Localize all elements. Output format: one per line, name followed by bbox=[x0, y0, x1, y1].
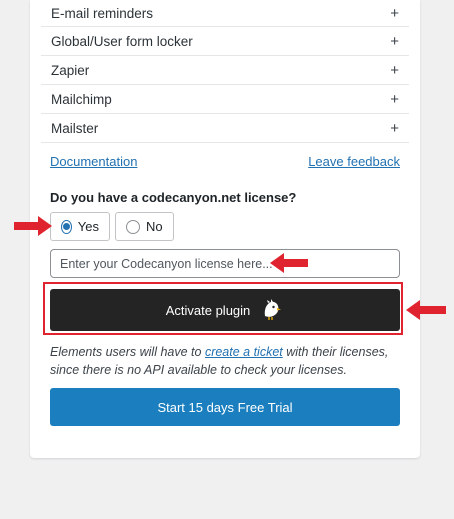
feature-label: Mailchimp bbox=[51, 91, 112, 107]
start-free-trial-button[interactable]: Start 15 days Free Trial bbox=[50, 388, 400, 426]
plus-icon[interactable]: + bbox=[390, 120, 399, 137]
create-ticket-link[interactable]: create a ticket bbox=[205, 345, 283, 359]
radio-unchecked-icon[interactable] bbox=[126, 219, 140, 234]
feature-label: Global/User form locker bbox=[51, 33, 193, 49]
activate-plugin-button[interactable]: Activate plugin bbox=[50, 289, 400, 331]
feature-row-mailster[interactable]: Mailster + bbox=[41, 114, 409, 143]
feature-list: E-mail reminders + Global/User form lock… bbox=[41, 0, 409, 143]
bird-mascot-icon bbox=[265, 299, 282, 320]
radio-checked-icon[interactable] bbox=[61, 219, 72, 234]
plus-icon[interactable]: + bbox=[390, 33, 399, 50]
note-text-before: Elements users will have to bbox=[50, 345, 205, 359]
documentation-link[interactable]: Documentation bbox=[50, 154, 137, 169]
license-question: Do you have a codecanyon.net license? bbox=[50, 190, 297, 205]
activate-button-label: Activate plugin bbox=[165, 302, 251, 318]
feature-row-email-reminders[interactable]: E-mail reminders + bbox=[41, 0, 409, 27]
radio-yes-label: Yes bbox=[77, 219, 99, 234]
feature-label: Zapier bbox=[51, 62, 90, 78]
feature-row-zapier[interactable]: Zapier + bbox=[41, 56, 409, 85]
radio-yes[interactable]: Yes bbox=[50, 212, 110, 241]
radio-no[interactable]: No bbox=[115, 212, 174, 241]
plus-icon[interactable]: + bbox=[390, 91, 399, 108]
radio-no-label: No bbox=[146, 219, 163, 234]
leave-feedback-link[interactable]: Leave feedback bbox=[308, 154, 400, 169]
plus-icon[interactable]: + bbox=[390, 62, 399, 79]
help-links: Documentation Leave feedback bbox=[50, 154, 400, 169]
license-key-input[interactable] bbox=[50, 249, 400, 278]
feature-label: E-mail reminders bbox=[51, 5, 154, 21]
feature-row-form-locker[interactable]: Global/User form locker + bbox=[41, 27, 409, 56]
license-radio-group: Yes No bbox=[50, 212, 174, 241]
feature-label: Mailster bbox=[51, 120, 99, 136]
red-arrow-icon bbox=[406, 300, 446, 320]
red-arrow-icon bbox=[14, 216, 52, 236]
feature-row-mailchimp[interactable]: Mailchimp + bbox=[41, 85, 409, 114]
plus-icon[interactable]: + bbox=[390, 5, 399, 22]
license-note: Elements users will have to create a tic… bbox=[50, 343, 400, 379]
red-arrow-icon bbox=[270, 253, 308, 273]
